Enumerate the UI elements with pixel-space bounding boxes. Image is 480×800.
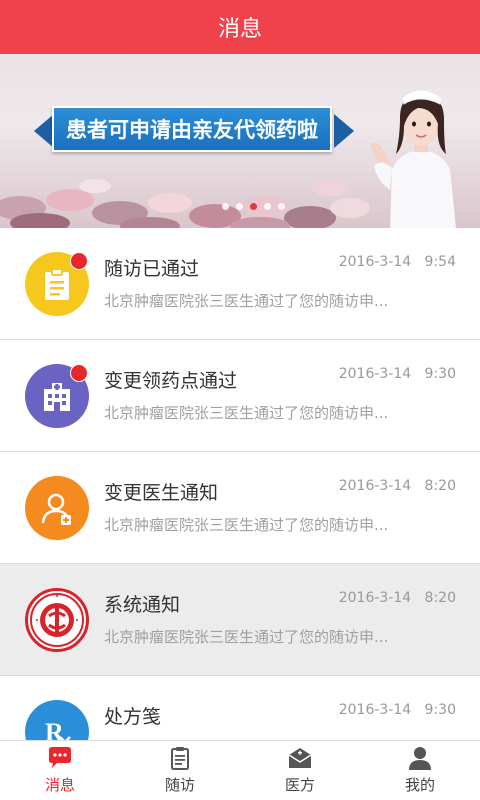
message-timestamp: 2016-3-14 9:30 bbox=[338, 366, 456, 382]
message-timestamp: 2016-3-14 9:54 bbox=[338, 254, 456, 270]
message-title: 变更医生通知 bbox=[104, 482, 219, 504]
message-preview: 北京肿瘤医院张三医生通过了您的随访申... bbox=[104, 292, 389, 310]
message-item[interactable]: 随访已通过 2016-3-14 9:54 北京肿瘤医院张三医生通过了您的随访申.… bbox=[0, 228, 480, 340]
tab-label: 消息 bbox=[44, 776, 75, 794]
message-title: 系统通知 bbox=[104, 594, 181, 616]
message-preview: 北京肿瘤医院张三医生通过了您的随访申... bbox=[104, 516, 389, 534]
ribbon-tail-right bbox=[334, 114, 354, 148]
page-title: 消息 bbox=[217, 17, 262, 42]
user-icon bbox=[409, 747, 431, 770]
banner-ribbon: 患者可申请由亲友代领药啦 bbox=[52, 106, 332, 152]
message-item[interactable]: 变更领药点通过 2016-3-14 9:30 北京肿瘤医院张三医生通过了您的随访… bbox=[0, 340, 480, 452]
carousel-dot-active[interactable] bbox=[250, 203, 257, 210]
promo-banner[interactable]: 患者可申请由亲友代领药啦 bbox=[0, 54, 480, 228]
message-list: 随访已通过 2016-3-14 9:54 北京肿瘤医院张三医生通过了您的随访申.… bbox=[0, 228, 480, 740]
unread-badge bbox=[70, 364, 88, 382]
message-title: 处方笺 bbox=[104, 706, 162, 728]
message-item[interactable]: R 处方笺 2016-3-14 9:30 bbox=[0, 676, 480, 740]
banner-text: 患者可申请由亲友代领药啦 bbox=[66, 118, 318, 142]
bottom-tab-bar: 消息 随访 医方 我的 bbox=[0, 740, 480, 800]
charity-logo bbox=[25, 588, 89, 652]
message-icon bbox=[49, 747, 71, 768]
message-title: 变更领药点通过 bbox=[104, 370, 238, 392]
message-timestamp: 2016-3-14 8:20 bbox=[338, 478, 456, 494]
prescription-icon: R bbox=[25, 700, 89, 740]
tab-followup[interactable]: 随访 bbox=[120, 741, 240, 800]
carousel-dot[interactable] bbox=[236, 203, 243, 210]
tab-messages[interactable]: 消息 bbox=[0, 741, 120, 800]
doctor-icon bbox=[25, 476, 89, 540]
clipboard-icon bbox=[171, 747, 189, 770]
message-item[interactable]: 变更医生通知 2016-3-14 8:20 北京肿瘤医院张三医生通过了您的随访申… bbox=[0, 452, 480, 564]
unread-badge bbox=[70, 252, 88, 270]
message-preview: 北京肿瘤医院张三医生通过了您的随访申... bbox=[104, 404, 389, 422]
tab-prescription[interactable]: 医方 bbox=[240, 741, 360, 800]
carousel-dots bbox=[222, 203, 285, 210]
ribbon-tail-left bbox=[34, 114, 54, 148]
tab-profile[interactable]: 我的 bbox=[360, 741, 480, 800]
carousel-dot[interactable] bbox=[264, 203, 271, 210]
tab-label: 我的 bbox=[404, 776, 435, 794]
message-item[interactable]: 系统通知 2016-3-14 8:20 北京肿瘤医院张三医生通过了您的随访申..… bbox=[0, 564, 480, 676]
tab-label: 随访 bbox=[164, 776, 195, 794]
message-timestamp: 2016-3-14 9:30 bbox=[338, 702, 456, 718]
message-preview: 北京肿瘤医院张三医生通过了您的随访申... bbox=[104, 628, 389, 646]
message-title: 随访已通过 bbox=[104, 258, 200, 280]
app-header: 消息 bbox=[0, 0, 480, 54]
message-timestamp: 2016-3-14 8:20 bbox=[338, 590, 456, 606]
carousel-dot[interactable] bbox=[278, 203, 285, 210]
tab-label: 医方 bbox=[284, 776, 315, 794]
nurse-illustration bbox=[370, 89, 456, 228]
envelope-icon bbox=[288, 748, 312, 768]
carousel-dot[interactable] bbox=[222, 203, 229, 210]
